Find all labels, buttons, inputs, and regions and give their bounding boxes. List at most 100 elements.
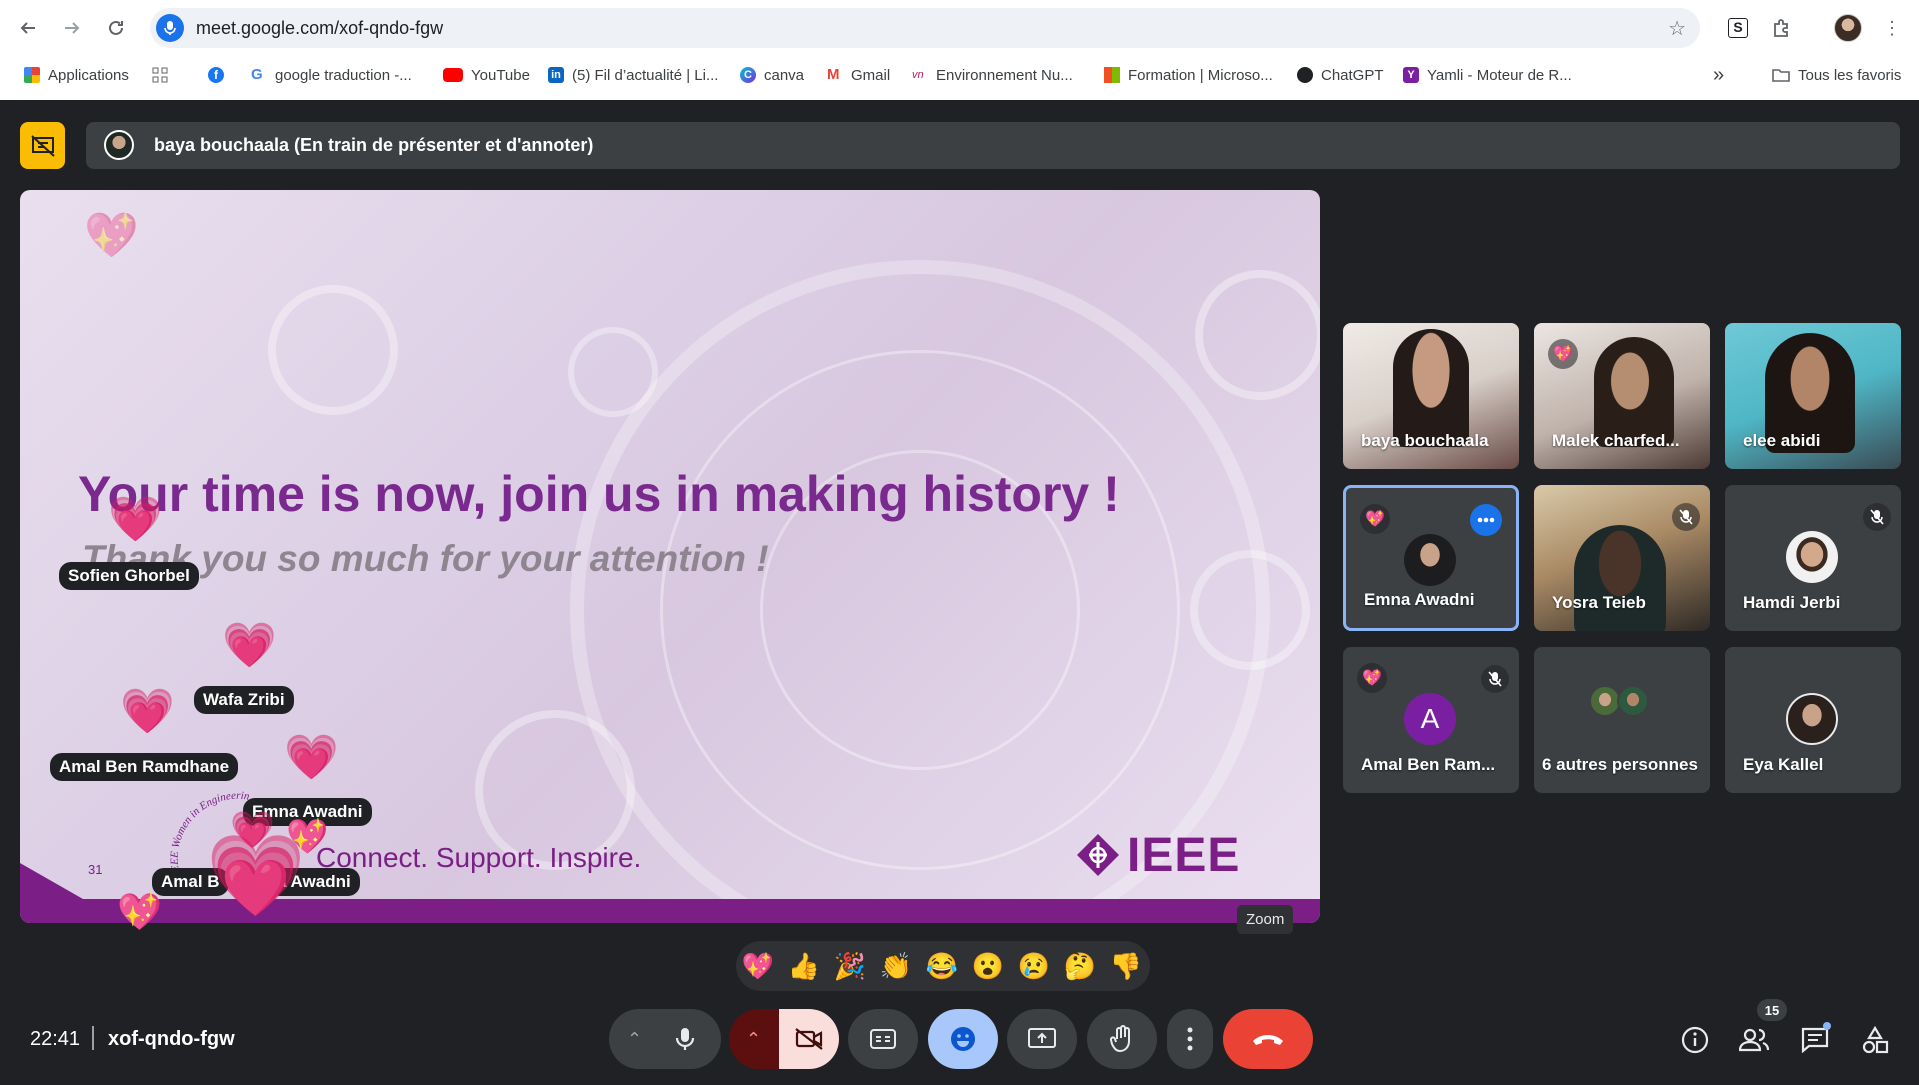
microphone-control[interactable]: ⌃ <box>609 1009 721 1069</box>
participant-tile-active[interactable]: 💖 Emna Awadni <box>1343 485 1519 631</box>
meeting-details-button[interactable] <box>1677 1022 1713 1058</box>
participant-avatar <box>1404 534 1456 586</box>
participant-tile[interactable]: 💖 A Amal Ben Ram... <box>1343 647 1519 793</box>
phone-decoration <box>1195 270 1320 400</box>
participant-tile[interactable]: baya bouchaala <box>1343 323 1519 469</box>
reaction-surprised-button[interactable]: 😮 <box>970 949 1006 983</box>
video-feed <box>1574 525 1666 631</box>
captions-button[interactable] <box>848 1009 918 1069</box>
participant-name: Malek charfed... <box>1552 431 1680 450</box>
present-screen-icon <box>1028 1028 1056 1048</box>
bookmark-star-icon[interactable]: ☆ <box>1668 16 1686 41</box>
activities-shapes-icon <box>1862 1026 1889 1054</box>
back-button[interactable] <box>12 12 44 44</box>
more-options-icon[interactable] <box>1470 504 1502 536</box>
bookmark-facebook[interactable]: f <box>208 64 224 86</box>
mic-icon[interactable] <box>156 14 184 42</box>
bookmark-label: (5) Fil d’actualité | Li... <box>572 66 719 84</box>
chat-icon <box>1801 1027 1829 1053</box>
browser-toolbar: meet.google.com/xof-qndo-fgw ☆ S ⋮ <box>0 0 1919 55</box>
participant-name: Amal Ben Ram... <box>1361 755 1496 774</box>
participant-tile[interactable]: 💖 Malek charfed... <box>1534 323 1710 469</box>
participant-name: Emna Awadni <box>1364 590 1475 609</box>
more-options-button[interactable] <box>1167 1009 1213 1069</box>
reaction-name-chip: Amal Ben Ramdhane <box>50 753 239 781</box>
bookmark-environnement[interactable]: vn Environnement Nu... <box>912 64 1073 86</box>
reaction-party-button[interactable]: 🎉 <box>832 949 868 983</box>
heart-reaction: 💖 <box>117 891 162 932</box>
people-button[interactable] <box>1736 1022 1772 1058</box>
slide-page-number: 31 <box>88 862 103 877</box>
camera-control[interactable]: ⌃ <box>729 1009 839 1069</box>
reaction-laugh-button[interactable]: 😂 <box>924 949 960 983</box>
participant-name: baya bouchaala <box>1361 431 1489 450</box>
meeting-code[interactable]: xof-qndo-fgw <box>108 1028 235 1051</box>
reaction-clap-button[interactable]: 👏 <box>878 949 914 983</box>
heart-reaction-badge: 💖 <box>1360 504 1390 534</box>
camera-off-button[interactable] <box>779 1009 839 1069</box>
camera-off-icon <box>795 1028 823 1050</box>
microphone-icon <box>675 1028 695 1050</box>
people-icon <box>1739 1028 1769 1052</box>
reaction-heart-button[interactable]: 💖 <box>740 949 776 983</box>
presentation-slide[interactable]: Your time is now, join us in making hist… <box>20 190 1320 923</box>
bookmark-google-translate[interactable]: G google traduction -... <box>251 64 412 86</box>
chevron-up-icon[interactable]: ⌃ <box>627 1029 642 1050</box>
bookmark-label: YouTube <box>471 66 530 84</box>
bookmark-youtube[interactable]: YouTube <box>443 64 530 86</box>
heart-reaction: 💗 <box>206 831 306 920</box>
meeting-clock: 22:41 <box>30 1028 81 1050</box>
others-tile[interactable]: 6 autres personnes <box>1534 647 1710 793</box>
bookmark-microsoft[interactable]: Formation | Microso... <box>1104 64 1273 86</box>
apps-grid-icon <box>24 67 40 83</box>
others-label: 6 autres personnes <box>1542 755 1698 774</box>
raise-hand-button[interactable] <box>1087 1009 1157 1069</box>
reactions-button[interactable] <box>928 1009 998 1069</box>
youtube-icon <box>443 68 463 82</box>
participant-tile[interactable]: Eya Kallel <box>1725 647 1901 793</box>
extensions-puzzle-icon[interactable] <box>1767 14 1795 42</box>
browser-menu-icon[interactable]: ⋮ <box>1878 14 1906 42</box>
bookmark-grid[interactable] <box>152 64 168 86</box>
presenting-indicator[interactable] <box>20 122 65 169</box>
folder-icon <box>1772 69 1790 82</box>
reload-button[interactable] <box>100 12 132 44</box>
participant-tile[interactable]: elee abidi <box>1725 323 1901 469</box>
present-screen-button[interactable] <box>1007 1009 1077 1069</box>
url-text[interactable]: meet.google.com/xof-qndo-fgw <box>196 18 443 39</box>
leave-call-button[interactable] <box>1223 1009 1313 1069</box>
bookmark-label: Environnement Nu... <box>936 66 1073 84</box>
heart-reaction: 💗 <box>222 621 277 670</box>
facebook-icon: f <box>208 67 224 83</box>
reaction-thumbs-up-button[interactable]: 👍 <box>786 949 822 983</box>
presenter-status-text: baya bouchaala (En train de présenter et… <box>154 135 594 155</box>
participant-avatar <box>1786 531 1838 583</box>
extension-s-icon[interactable]: S <box>1724 14 1752 42</box>
heart-reaction: 💗 <box>108 495 163 544</box>
participant-name: Eya Kallel <box>1743 755 1824 774</box>
mic-off-icon <box>1863 503 1891 531</box>
address-bar[interactable]: meet.google.com/xof-qndo-fgw ☆ <box>150 8 1700 48</box>
forward-button[interactable] <box>56 12 88 44</box>
profile-avatar[interactable] <box>1834 14 1862 42</box>
reaction-thinking-button[interactable]: 🤔 <box>1062 949 1098 983</box>
all-bookmarks-folder[interactable]: Tous les favoris <box>1772 64 1901 86</box>
bookmark-gmail[interactable]: M Gmail <box>827 64 890 86</box>
bookmark-label: Formation | Microso... <box>1128 66 1273 84</box>
bookmark-yamli[interactable]: Y Yamli - Moteur de R... <box>1403 64 1572 86</box>
ieee-diamond-icon <box>1077 834 1119 876</box>
bookmark-linkedin[interactable]: in (5) Fil d’actualité | Li... <box>548 64 718 86</box>
heart-reaction: 💗 <box>284 733 339 782</box>
bookmark-applications[interactable]: Applications <box>24 64 129 86</box>
chat-button[interactable] <box>1797 1022 1833 1058</box>
reaction-thumbs-down-button[interactable]: 👎 <box>1108 949 1144 983</box>
bookmarks-overflow-button[interactable]: » <box>1713 64 1724 86</box>
bookmark-canva[interactable]: C canva <box>740 64 804 86</box>
reload-icon <box>109 20 123 35</box>
activities-button[interactable] <box>1857 1022 1893 1058</box>
participant-tile[interactable]: Yosra Teieb <box>1534 485 1710 631</box>
reaction-sad-button[interactable]: 😢 <box>1016 949 1052 983</box>
participant-tile[interactable]: Hamdi Jerbi <box>1725 485 1901 631</box>
bookmark-chatgpt[interactable]: ChatGPT <box>1297 64 1384 86</box>
chevron-up-icon[interactable]: ⌃ <box>746 1029 761 1050</box>
